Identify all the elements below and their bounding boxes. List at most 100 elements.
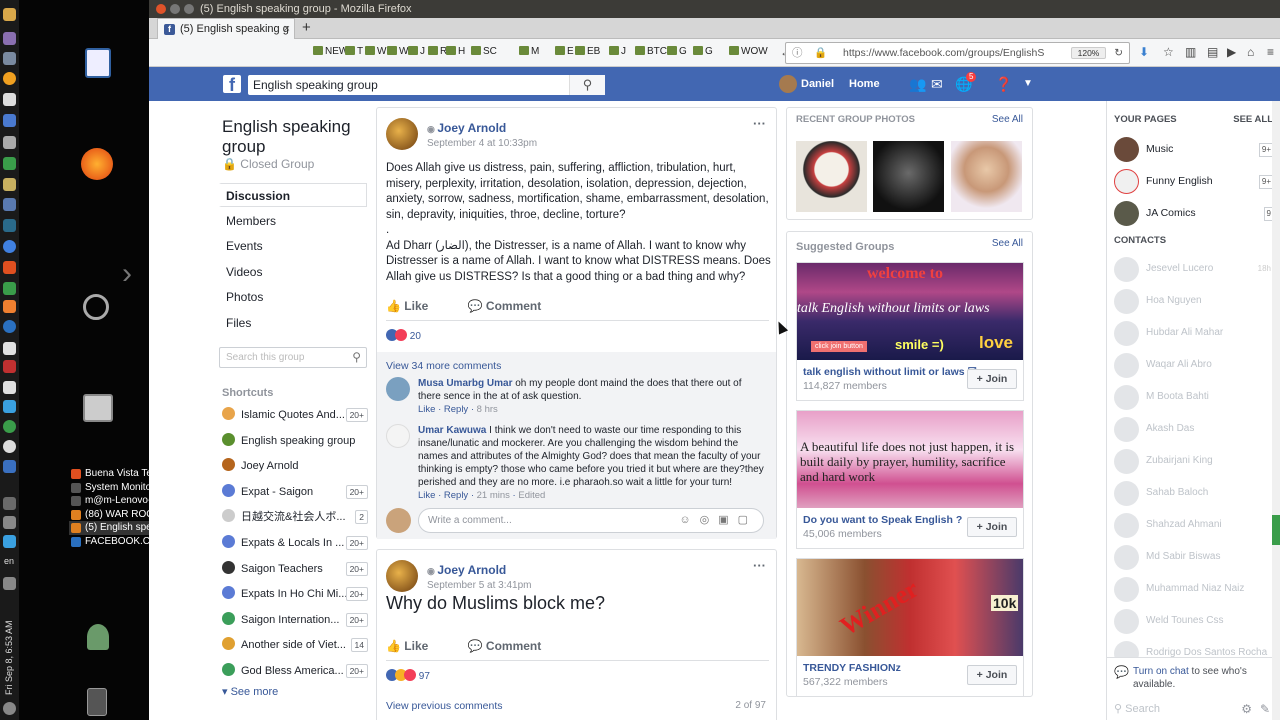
shortcut-item[interactable]: Expats & Locals In ... 20+ <box>222 534 368 552</box>
shortcut-item[interactable]: 日越交流&社会人ボ... 2 <box>222 508 368 526</box>
compose-icon[interactable]: ✎ <box>1260 702 1270 716</box>
launcher-app-icon[interactable] <box>3 360 16 373</box>
chevron-right-icon[interactable]: › <box>122 258 132 290</box>
search-icon[interactable]: ⚲ <box>352 348 361 367</box>
bookmark-star-icon[interactable]: ☆ <box>1163 45 1174 59</box>
home-link[interactable]: Home <box>849 75 880 93</box>
contact-item[interactable]: Md Sabir Biswas <box>1114 544 1274 570</box>
contact-item[interactable]: Shahzad Ahmani <box>1114 512 1274 538</box>
comment-time[interactable]: 21 mins <box>477 490 510 501</box>
profile-link[interactable]: Daniel <box>779 75 834 94</box>
contact-item[interactable]: Hoa Nguyen <box>1114 288 1274 314</box>
launcher-app-icon[interactable] <box>3 93 16 106</box>
post-options-icon[interactable]: ··· <box>753 558 766 573</box>
shortcut-item[interactable]: Saigon Teachers 20+ <box>222 560 368 578</box>
post-author[interactable]: ◉ Joey Arnold <box>427 563 506 577</box>
edited-label[interactable]: Edited <box>518 490 545 501</box>
menu-icon[interactable]: ≡ <box>1267 45 1274 59</box>
author-avatar[interactable] <box>386 560 418 592</box>
group-photo[interactable] <box>796 141 867 212</box>
group-name[interactable]: Do you want to Speak English ? <box>803 514 962 526</box>
user-icon[interactable] <box>87 624 109 650</box>
comment-button[interactable]: 💬 Comment <box>468 639 560 653</box>
commenter-avatar[interactable] <box>386 424 410 448</box>
see-all-groups-link[interactable]: See All <box>992 238 1023 249</box>
bookmark-item[interactable]: J <box>609 46 626 58</box>
shortcut-item[interactable]: God Bless America... 20+ <box>222 662 368 680</box>
shortcut-item[interactable]: Islamic Quotes And... 20+ <box>222 406 368 424</box>
bookmark-item[interactable]: G <box>667 46 687 58</box>
launcher-app-icon[interactable] <box>3 400 16 413</box>
bookmark-item[interactable]: W <box>365 46 386 58</box>
group-name[interactable]: talk english without limit or laws ☑ <box>803 366 977 378</box>
launcher-app-icon[interactable] <box>3 282 16 295</box>
bookmark-item[interactable]: J <box>408 46 425 58</box>
commenter-avatar[interactable] <box>386 377 410 401</box>
launcher-app-icon[interactable] <box>3 178 16 191</box>
drive-icon[interactable] <box>83 394 113 422</box>
join-button[interactable]: + Join <box>967 665 1017 685</box>
group-search-input[interactable]: Search this group ⚲ <box>219 347 367 368</box>
post-timestamp[interactable]: September 5 at 3:41pm <box>427 580 532 591</box>
launcher-app-icon[interactable] <box>3 219 16 232</box>
comment-button[interactable]: 💬 Comment <box>468 299 560 313</box>
shortcut-item[interactable]: Expat - Saigon 20+ <box>222 483 368 501</box>
home-icon[interactable]: ⌂ <box>1247 45 1254 59</box>
launcher-app-icon[interactable] <box>3 320 16 333</box>
commenter-name[interactable]: Umar Kawuwa <box>418 425 486 436</box>
group-photo[interactable] <box>951 141 1022 212</box>
scrollbar[interactable] <box>1272 101 1280 720</box>
contact-item[interactable]: Muhammad Niaz Naiz <box>1114 576 1274 602</box>
bookmark-item[interactable]: WOW <box>729 46 768 58</box>
tab-photos[interactable]: Photos <box>219 285 367 309</box>
launcher-app-icon[interactable] <box>3 261 16 274</box>
search-icon[interactable]: ⚲ <box>569 75 605 95</box>
new-tab-button[interactable]: + <box>302 18 311 38</box>
comment-reply-link[interactable]: Reply <box>444 404 468 415</box>
post-timestamp[interactable]: September 4 at 10:33pm <box>427 138 537 149</box>
launcher-app-icon[interactable] <box>3 420 16 433</box>
volume-icon[interactable] <box>3 577 16 590</box>
browser-tab[interactable]: f (5) English speaking g × <box>157 18 295 39</box>
bookmark-item[interactable]: E <box>555 46 574 58</box>
group-photo[interactable] <box>873 141 944 212</box>
launcher-app-icon[interactable] <box>3 114 16 127</box>
launcher-app-icon[interactable] <box>3 381 16 394</box>
launcher-app-icon[interactable] <box>3 535 16 548</box>
launcher-app-icon[interactable] <box>3 32 16 45</box>
comment-like-link[interactable]: Like <box>418 404 435 415</box>
tab-events[interactable]: Events <box>219 234 367 258</box>
clock[interactable]: Fri Sep 8, 6:53 AM <box>4 605 14 695</box>
see-all-pages-link[interactable]: SEE ALL <box>1233 114 1273 125</box>
see-all-photos-link[interactable]: See All <box>992 114 1023 125</box>
shortcut-item[interactable]: Saigon Internation... 20+ <box>222 611 368 629</box>
contact-item[interactable]: Waqar Ali Abro <box>1114 352 1274 378</box>
youtube-icon[interactable]: ▶ <box>1227 45 1236 59</box>
firefox-icon[interactable] <box>81 148 113 180</box>
bookmark-item[interactable]: W <box>387 46 408 58</box>
reaction-summary[interactable]: 97 <box>386 669 430 684</box>
launcher-app-icon[interactable] <box>3 240 16 253</box>
launcher-app-icon[interactable] <box>3 460 16 473</box>
contact-item[interactable]: Hubdar Ali Mahar <box>1114 320 1274 346</box>
minimize-window-button[interactable] <box>170 4 180 14</box>
tab-discussion[interactable]: Discussion <box>219 183 367 207</box>
contact-item[interactable]: Weld Tounes Css <box>1114 608 1274 634</box>
shortcut-item[interactable]: Joey Arnold <box>222 457 368 475</box>
url-bar[interactable]: ⓘ 🔒 https://www.facebook.com/groups/Engl… <box>785 42 1130 64</box>
bookmark-item[interactable]: NEW <box>313 46 348 58</box>
scrollbar-thumb[interactable] <box>1272 515 1280 545</box>
group-title[interactable]: English speaking group <box>222 117 362 157</box>
group-name[interactable]: TRENDY FASHIONz <box>803 662 901 674</box>
bookmark-item[interactable]: SC <box>471 46 497 58</box>
bookmark-item[interactable]: H <box>446 46 465 58</box>
maximize-window-button[interactable] <box>184 4 194 14</box>
view-more-comments-link[interactable]: View 34 more comments <box>386 360 501 372</box>
view-previous-comments-link[interactable]: View previous comments <box>386 700 503 712</box>
join-button[interactable]: + Join <box>967 517 1017 537</box>
bookmark-item[interactable]: R <box>428 46 447 58</box>
launcher-app-icon[interactable] <box>3 157 16 170</box>
page-item[interactable]: JA Comics 9 <box>1114 200 1274 226</box>
document-icon[interactable] <box>85 48 111 78</box>
ubuntu-icon[interactable] <box>83 294 109 320</box>
